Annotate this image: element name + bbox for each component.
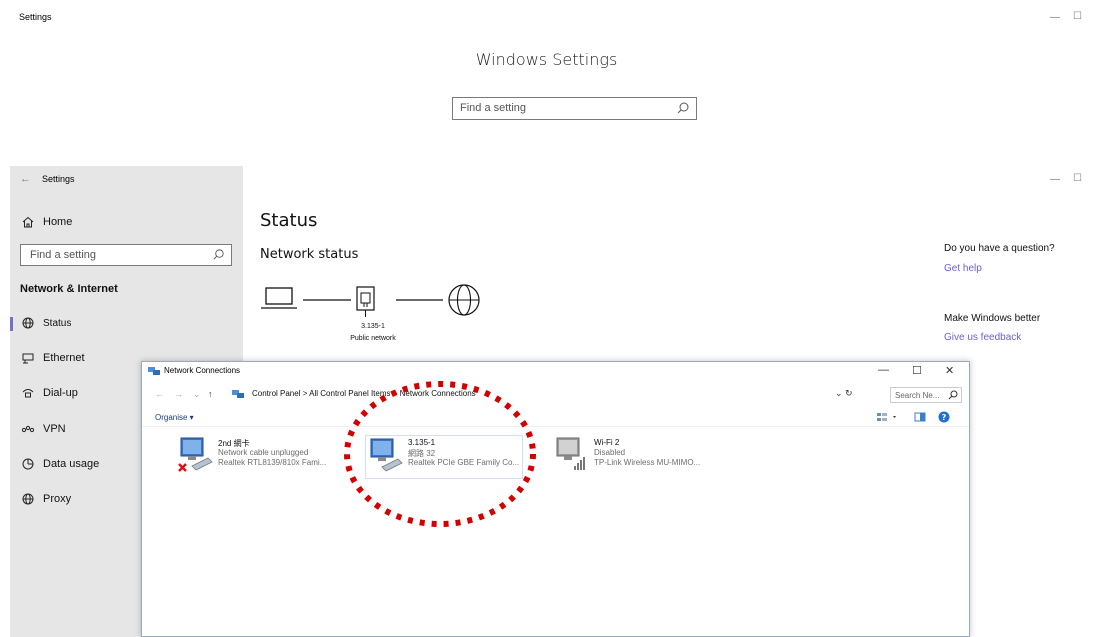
minimize-button[interactable]: — <box>878 364 889 376</box>
minimize-button[interactable]: — <box>1050 12 1060 23</box>
ethernet-port-icon <box>356 286 375 317</box>
sidebar-item-label: Data usage <box>43 458 100 470</box>
page-title: Status <box>260 210 318 231</box>
preview-pane-icon <box>914 412 926 422</box>
internet-globe-icon <box>448 284 480 316</box>
network-connections-window: Network Connections — ☐ ✕ ← → ⌄ ↑ Contro… <box>141 361 970 637</box>
adapter-item[interactable]: 2nd 網卡 Network cable unplugged Realtek R… <box>178 436 344 480</box>
data-usage-icon <box>22 458 34 470</box>
page-title: Windows Settings <box>475 50 618 69</box>
wifi-adapter-disabled-icon <box>556 437 585 470</box>
back-arrow-icon[interactable]: ← <box>20 173 31 185</box>
proxy-globe-icon <box>22 493 34 505</box>
refresh-icon[interactable]: ⌄ ↻ <box>835 388 853 399</box>
sidebar-item-label: Proxy <box>43 493 72 505</box>
toolbar: Organise ▾ ? <box>142 409 969 427</box>
close-button[interactable]: ✕ <box>945 364 954 377</box>
help-icon: ? <box>938 411 950 423</box>
home-icon <box>22 216 34 228</box>
window-title: Settings <box>19 12 52 22</box>
control-panel-icon <box>232 390 244 398</box>
sidebar-item-home[interactable]: Home <box>10 210 243 236</box>
sidebar-item-label: VPN <box>43 423 66 435</box>
maximize-button[interactable]: ☐ <box>1073 11 1082 22</box>
sidebar-item-label: Dial-up <box>43 387 78 399</box>
adapter-device: Realtek RTL8139/810x Fami... <box>218 458 327 467</box>
highlight-circle-annotation <box>344 381 536 527</box>
search-input[interactable]: Search Ne... <box>890 387 962 403</box>
ethernet-icon <box>22 353 34 364</box>
search-icon <box>213 249 224 260</box>
get-help-link[interactable]: Get help <box>944 263 982 274</box>
network-type: Public network <box>350 335 396 342</box>
view-options-icon <box>877 413 896 421</box>
search-icon <box>677 102 689 114</box>
adapter-device: TP-Link Wireless MU-MIMO... <box>594 458 701 467</box>
search-icon <box>948 390 958 400</box>
up-arrow-icon[interactable]: ↑ <box>208 389 213 399</box>
vpn-icon <box>21 425 35 433</box>
sidebar-item-label: Ethernet <box>43 352 85 364</box>
maximize-button[interactable]: ☐ <box>912 364 922 377</box>
sidebar-section-heading: Network & Internet <box>20 283 118 295</box>
back-arrow-icon[interactable]: ← <box>155 389 164 399</box>
maximize-button[interactable]: ☐ <box>1073 173 1082 184</box>
adapter-status: Disabled <box>594 448 626 457</box>
toolbar-icons: ? <box>877 411 950 423</box>
window-title: Settings <box>42 174 75 184</box>
minimize-button[interactable]: — <box>1050 174 1060 185</box>
sidebar-item-status[interactable]: Status <box>10 311 243 337</box>
adapter-item[interactable]: Wi-Fi 2 Disabled TP-Link Wireless MU-MIM… <box>554 436 720 480</box>
window-title: Network Connections <box>164 366 241 375</box>
sidebar-search-input[interactable]: Find a setting <box>20 244 232 266</box>
sidebar-item-label: Home <box>43 216 73 228</box>
adapter-name: Wi-Fi 2 <box>594 438 620 447</box>
search-placeholder: Find a setting <box>460 102 527 114</box>
search-input[interactable]: Find a setting <box>452 97 697 120</box>
svg-text:?: ? <box>942 413 947 422</box>
dial-up-icon <box>22 389 34 398</box>
feedback-heading: Make Windows better <box>944 313 1041 324</box>
network-adapter-unplugged-icon <box>178 437 213 472</box>
search-placeholder: Search Ne... <box>895 391 940 400</box>
organise-menu-button[interactable]: Organise ▾ <box>155 413 194 422</box>
help-question: Do you have a question? <box>944 243 1055 254</box>
section-heading: Network status <box>260 247 359 262</box>
search-placeholder: Find a setting <box>30 249 97 261</box>
forward-arrow-icon[interactable]: → <box>174 389 183 399</box>
network-name: 3.135-1 <box>361 323 385 330</box>
network-connections-icon <box>148 367 160 375</box>
address-bar: ← → ⌄ ↑ Control Panel > All Control Pane… <box>142 385 969 405</box>
adapter-status: Network cable unplugged <box>218 448 309 457</box>
laptop-icon <box>261 287 297 309</box>
give-feedback-link[interactable]: Give us feedback <box>944 332 1021 343</box>
recent-dropdown-icon[interactable]: ⌄ <box>193 389 201 400</box>
status-globe-icon <box>22 317 34 329</box>
sidebar-item-label: Status <box>43 318 72 329</box>
